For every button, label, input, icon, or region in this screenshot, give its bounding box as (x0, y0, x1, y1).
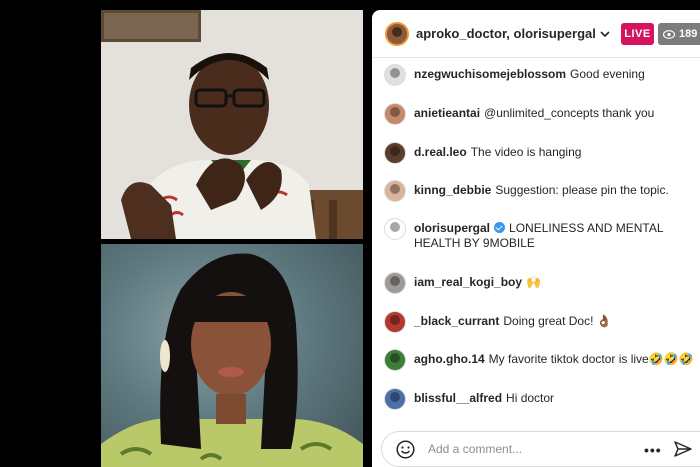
comment-username[interactable]: olorisupergal (414, 221, 490, 235)
comment-username[interactable]: kinng_debbie (414, 183, 491, 197)
comment-text: 🙌 (526, 275, 542, 289)
comment-text: Suggestion: please pin the topic. (495, 183, 669, 197)
comment-username[interactable]: _black_currant (414, 314, 499, 328)
host-names[interactable]: aproko_doctor, olorisupergal (416, 26, 596, 41)
comment-text: Hi doctor (506, 391, 555, 405)
comment-item: olorisupergal LONELINESS AND MENTAL HEALT… (372, 218, 700, 251)
guest-video-image (101, 253, 363, 467)
live-chat-panel: aproko_doctor, olorisupergal LIVE 189 nz… (372, 10, 700, 467)
comment-text: Good evening (570, 67, 645, 81)
comment-text: The video is hanging (470, 145, 582, 159)
comment-item: d.real.leo The video is hanging (372, 142, 700, 164)
comment-item: agho.gho.14 My favorite tiktok doctor is … (372, 349, 700, 371)
smiley-icon[interactable] (396, 439, 415, 459)
comment-input[interactable] (428, 442, 608, 456)
comment-item: kinng_debbie Suggestion: please pin the t… (372, 180, 700, 202)
viewer-count-badge[interactable]: 189 (658, 23, 700, 45)
more-options-icon[interactable]: ••• (644, 442, 662, 458)
comment-item: nzegwuchisomejeblossom Good evening (372, 64, 700, 86)
comment-composer: ••• (381, 431, 700, 467)
avatar[interactable] (384, 180, 406, 202)
comment-text: Doing great Doc! 👌🏾 (503, 314, 612, 328)
comment-username[interactable]: d.real.leo (414, 145, 467, 159)
eye-icon (663, 29, 675, 39)
comment-item: anietieantai @unlimited_concepts thank yo… (372, 103, 700, 125)
comment-username[interactable]: nzegwuchisomejeblossom (414, 67, 566, 81)
comment-username[interactable]: blissful__alfred (414, 391, 502, 405)
send-icon[interactable] (674, 440, 692, 458)
comment-text: @unlimited_concepts thank you (484, 106, 655, 120)
avatar[interactable] (384, 142, 406, 164)
avatar[interactable] (384, 349, 406, 371)
comment-item: iam_real_kogi_boy 🙌 (372, 272, 700, 294)
avatar[interactable] (384, 388, 406, 410)
host-avatar[interactable] (385, 21, 409, 46)
live-header: aproko_doctor, olorisupergal LIVE 189 (372, 10, 700, 58)
comment-text: My favorite tiktok doctor is live🤣🤣🤣 (488, 352, 694, 366)
viewer-count: 189 (679, 28, 698, 40)
comment-item: _black_currant Doing great Doc! 👌🏾 (372, 311, 700, 333)
chevron-down-icon[interactable] (599, 28, 611, 40)
avatar[interactable] (384, 64, 406, 86)
avatar[interactable] (384, 218, 406, 240)
comment-username[interactable]: iam_real_kogi_boy (414, 275, 522, 289)
host-video-image (101, 10, 363, 239)
guest-video-feed (101, 244, 363, 467)
avatar[interactable] (384, 272, 406, 294)
verified-icon (494, 222, 506, 233)
comment-username[interactable]: agho.gho.14 (414, 352, 485, 366)
host-video-feed (101, 10, 363, 239)
avatar[interactable] (384, 103, 406, 125)
comment-item: blissful__alfred Hi doctor (372, 388, 700, 410)
comment-username[interactable]: anietieantai (414, 106, 480, 120)
avatar[interactable] (384, 311, 406, 333)
live-badge: LIVE (621, 23, 654, 45)
